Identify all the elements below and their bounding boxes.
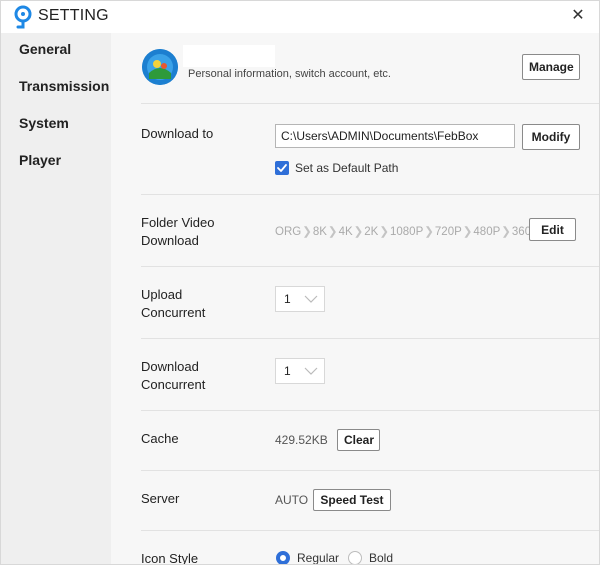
quality-order-list: ORG❯8K❯4K❯2K❯1080P❯720P❯480P❯360P❯ <box>275 224 550 238</box>
quality-item: 1080P <box>390 226 424 238</box>
checkmark-icon <box>277 164 287 172</box>
avatar[interactable] <box>142 49 178 85</box>
icon-style-bold-radio[interactable] <box>348 551 362 564</box>
sidebar-item-transmission[interactable]: Transmission <box>19 78 109 94</box>
chevron-right-icon: ❯ <box>462 226 473 238</box>
default-path-checkbox[interactable] <box>275 161 289 175</box>
chevron-right-icon: ❯ <box>379 226 389 238</box>
settings-panel: Personal information, switch account, et… <box>111 33 599 565</box>
sidebar-item-player[interactable]: Player <box>19 152 61 168</box>
quality-item: 2K <box>364 226 379 238</box>
sidebar-item-general[interactable]: General <box>19 41 71 57</box>
download-to-label: Download to <box>141 126 214 141</box>
chevron-right-icon: ❯ <box>302 226 312 238</box>
default-path-label[interactable]: Set as Default Path <box>295 161 398 175</box>
server-label: Server <box>141 491 180 506</box>
profile-description: Personal information, switch account, et… <box>188 68 391 80</box>
title-bar: SETTING ✕ <box>1 1 599 33</box>
chevron-right-icon: ❯ <box>327 226 338 238</box>
icon-style-bold-label[interactable]: Bold <box>369 551 393 564</box>
icon-style-regular-label[interactable]: Regular <box>297 551 339 564</box>
divider <box>141 338 599 339</box>
close-button[interactable]: ✕ <box>569 7 587 25</box>
chevron-right-icon: ❯ <box>424 226 434 238</box>
divider <box>141 266 599 267</box>
speed-test-button[interactable]: Speed Test <box>313 489 391 511</box>
app-logo-icon <box>14 5 32 29</box>
cache-label: Cache <box>141 431 179 446</box>
divider <box>141 530 599 531</box>
quality-item: 480P <box>473 226 501 238</box>
download-concurrent-select[interactable]: 1 <box>275 358 325 384</box>
settings-window: SETTING ✕ General Transmission System Pl… <box>0 0 600 565</box>
chevron-down-icon <box>304 295 318 303</box>
download-concurrent-label-line1: Download <box>141 359 199 374</box>
download-path-input[interactable] <box>275 124 515 148</box>
cache-size: 429.52KB <box>275 433 328 447</box>
chevron-down-icon <box>304 367 318 375</box>
divider <box>141 470 599 471</box>
chevron-right-icon: ❯ <box>353 226 364 238</box>
download-concurrent-value: 1 <box>284 364 291 378</box>
quality-item: 4K <box>338 226 353 238</box>
manage-button[interactable]: Manage <box>522 54 580 80</box>
folder-video-label-line2: Download <box>141 233 199 248</box>
sidebar: General Transmission System Player <box>1 33 111 564</box>
upload-concurrent-select[interactable]: 1 <box>275 286 325 312</box>
server-value: AUTO <box>275 493 309 507</box>
quality-item: 720P <box>434 226 462 238</box>
download-concurrent-label-line2: Concurrent <box>141 377 206 392</box>
avatar-image-icon <box>142 49 178 85</box>
divider <box>141 103 599 104</box>
upload-concurrent-label-line1: Upload <box>141 287 183 302</box>
upload-concurrent-value: 1 <box>284 292 291 306</box>
icon-style-regular-radio[interactable] <box>276 551 290 564</box>
icon-style-label: Icon Style <box>141 551 199 565</box>
divider <box>141 194 599 195</box>
edit-button[interactable]: Edit <box>529 218 576 241</box>
chevron-right-icon: ❯ <box>501 226 511 238</box>
window-title: SETTING <box>38 7 109 24</box>
close-icon[interactable]: ✕ <box>571 7 584 24</box>
sidebar-item-system[interactable]: System <box>19 115 69 131</box>
clear-cache-button[interactable]: Clear <box>337 429 380 451</box>
folder-video-label-line1: Folder Video <box>141 215 215 230</box>
divider <box>141 410 599 411</box>
modify-button[interactable]: Modify <box>522 124 580 150</box>
account-name-redacted <box>183 45 275 67</box>
quality-item: 8K <box>312 226 327 238</box>
upload-concurrent-label-line2: Concurrent <box>141 305 206 320</box>
quality-item: ORG <box>275 226 302 238</box>
